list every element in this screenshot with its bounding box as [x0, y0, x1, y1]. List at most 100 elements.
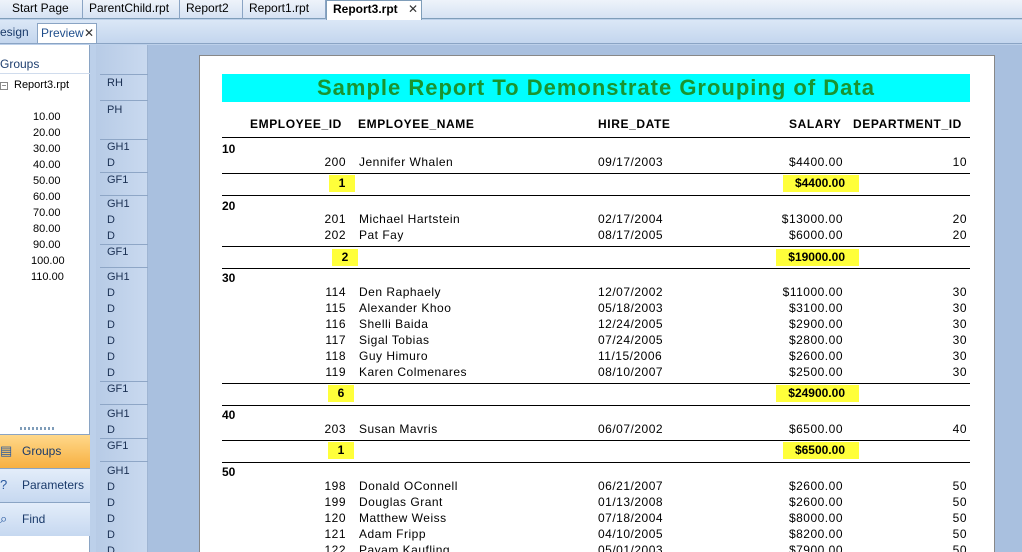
section-divider — [100, 267, 148, 268]
hire-date-cell: 09/17/2003 — [598, 155, 664, 169]
tree-item-40[interactable]: 40.00 — [33, 159, 61, 171]
section-divider — [100, 139, 148, 140]
employee-name-cell: Den Raphaely — [359, 285, 442, 299]
parameters-button[interactable]: ? Parameters — [0, 468, 90, 502]
hire-date-cell: 08/17/2005 — [598, 228, 664, 242]
group-salary-total: $6500.00 — [783, 442, 859, 459]
group-footer-rule — [222, 268, 970, 269]
tree-item-50[interactable]: 50.00 — [33, 175, 61, 187]
salary-cell: $2600.00 — [788, 495, 843, 509]
employee-id-cell: 199 — [324, 495, 346, 509]
tree-item-110[interactable]: 110.00 — [31, 271, 64, 283]
salary-cell: $13000.00 — [781, 212, 843, 226]
department-id-cell: 20 — [952, 212, 967, 226]
tree-item-70[interactable]: 70.00 — [33, 207, 61, 219]
section-label: D — [107, 424, 115, 436]
tab-design[interactable]: esign — [0, 23, 34, 43]
section-divider — [100, 438, 148, 439]
section-divider — [100, 404, 148, 405]
tab-report3[interactable]: Report3.rpt ✕ — [326, 0, 422, 20]
report-page: Sample Report To Demonstrate Grouping of… — [199, 55, 995, 552]
employee-name-cell: Karen Colmenares — [359, 365, 468, 379]
employee-id-cell: 122 — [324, 543, 346, 552]
tree-item-10[interactable]: 10.00 — [33, 111, 61, 123]
department-id-cell: 50 — [952, 511, 967, 525]
section-label: D — [107, 157, 115, 169]
view-tab-strip: esign Preview ✕ — [0, 20, 1022, 44]
department-id-cell: 50 — [952, 543, 967, 552]
section-label: D — [107, 351, 115, 363]
hire-date-cell: 12/07/2002 — [598, 285, 664, 299]
group-salary-total: $4400.00 — [783, 175, 859, 192]
section-divider — [100, 195, 148, 196]
salary-cell: $2500.00 — [788, 365, 843, 379]
section-ruler: RH PH GH1 D GF1 GH1 D D GF1 GH1 D D D D … — [96, 45, 148, 552]
department-id-cell: 50 — [952, 479, 967, 493]
close-icon[interactable]: ✕ — [408, 1, 418, 18]
find-icon: ⌕ — [0, 511, 8, 526]
department-id-cell: 40 — [952, 422, 967, 436]
tab-label: Start Page — [12, 1, 69, 15]
salary-cell: $6000.00 — [788, 228, 843, 242]
tree-item-20[interactable]: 20.00 — [33, 127, 61, 139]
tree-item-80[interactable]: 80.00 — [33, 223, 61, 235]
employee-name-cell: Pat Fay — [359, 228, 404, 242]
tree-root-item[interactable]: Report3.rpt — [14, 79, 69, 91]
employee-id-cell: 198 — [324, 479, 346, 493]
section-label: GF1 — [107, 246, 129, 258]
employee-name-cell: Susan Mavris — [359, 422, 438, 436]
groups-button[interactable]: ▤ Groups — [0, 434, 90, 468]
tree-item-60[interactable]: 60.00 — [33, 191, 61, 203]
employee-name-cell: Jennifer Whalen — [359, 155, 454, 169]
section-label: D — [107, 545, 115, 552]
group-count-badge: 6 — [328, 385, 354, 402]
group-header-30: 30 — [222, 271, 236, 285]
close-icon[interactable]: ✕ — [84, 24, 94, 43]
section-label: D — [107, 319, 115, 331]
tab-preview[interactable]: Preview ✕ — [37, 23, 97, 43]
salary-cell: $6500.00 — [788, 422, 843, 436]
section-label: GF1 — [107, 174, 129, 186]
tree-item-30[interactable]: 30.00 — [33, 143, 61, 155]
collapse-toggle-icon[interactable]: − — [0, 82, 8, 90]
hire-date-cell: 02/17/2004 — [598, 212, 664, 226]
salary-cell: $8200.00 — [788, 527, 843, 541]
header-rule — [222, 137, 970, 138]
group-footer-rule — [222, 246, 970, 247]
group-salary-total: $19000.00 — [776, 249, 859, 266]
column-header-department-id: DEPARTMENT_ID — [853, 117, 962, 131]
find-button[interactable]: ⌕ Find — [0, 502, 90, 536]
section-label: D — [107, 497, 115, 509]
tree-item-90[interactable]: 90.00 — [33, 239, 61, 251]
group-header-10: 10 — [222, 142, 236, 156]
hire-date-cell: 05/01/2003 — [598, 543, 664, 552]
section-label: GF1 — [107, 440, 129, 452]
tab-label: Report3.rpt — [333, 2, 398, 16]
group-salary-total: $24900.00 — [776, 385, 859, 402]
tab-report2[interactable]: Report2 — [180, 0, 243, 19]
section-divider — [100, 244, 148, 245]
salary-cell: $2800.00 — [788, 333, 843, 347]
section-divider — [100, 172, 148, 173]
employee-name-cell: Donald OConnell — [359, 479, 458, 493]
tab-report1[interactable]: Report1.rpt — [243, 0, 326, 19]
panel-resize-grip[interactable] — [20, 427, 56, 430]
group-footer-rule — [222, 405, 970, 406]
section-label: D — [107, 481, 115, 493]
hire-date-cell: 07/18/2004 — [598, 511, 664, 525]
employee-id-cell: 117 — [325, 333, 346, 347]
tab-parentchild[interactable]: ParentChild.rpt — [83, 0, 180, 19]
section-label: GF1 — [107, 383, 129, 395]
salary-cell: $8000.00 — [788, 511, 843, 525]
salary-cell: $2600.00 — [788, 479, 843, 493]
employee-name-cell: Matthew Weiss — [359, 511, 447, 525]
department-id-cell: 30 — [952, 349, 967, 363]
section-divider — [100, 100, 148, 101]
salary-cell: $2600.00 — [788, 349, 843, 363]
hire-date-cell: 06/21/2007 — [598, 479, 664, 493]
group-tree-panel: Groups − Report3.rpt 10.00 20.00 30.00 4… — [0, 45, 90, 552]
group-header-50: 50 — [222, 465, 236, 479]
section-label: GH1 — [107, 141, 130, 153]
tab-start-page[interactable]: Start Page — [6, 0, 83, 19]
tree-item-100[interactable]: 100.00 — [31, 255, 65, 267]
